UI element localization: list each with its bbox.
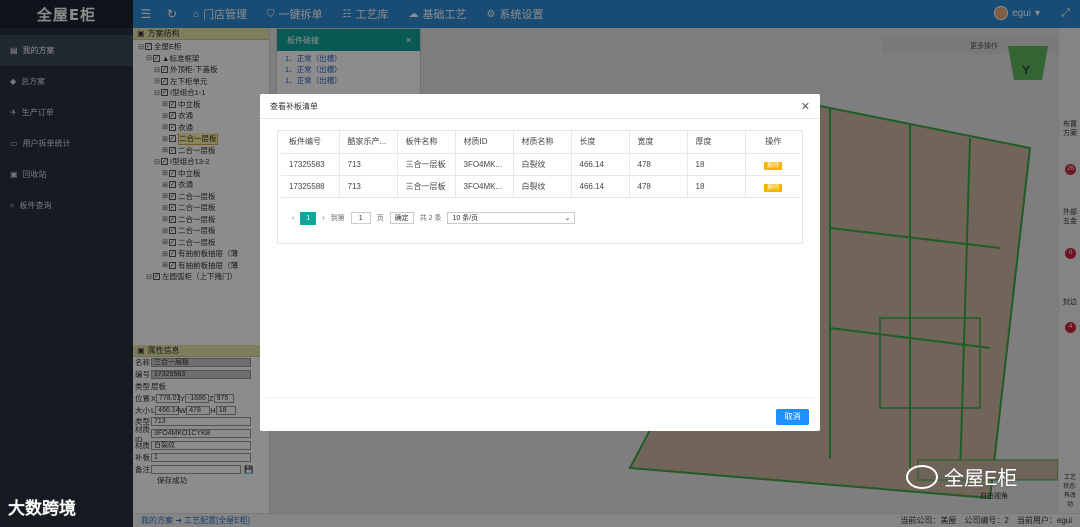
current-page[interactable]: 1: [300, 211, 317, 225]
close-icon[interactable]: ✕: [801, 100, 810, 113]
column-header: 宽度: [629, 131, 688, 154]
column-header: 酷家乐产...: [339, 131, 398, 154]
goto-confirm-button[interactable]: 确定: [389, 212, 414, 224]
column-header: 材质名称: [513, 131, 572, 154]
column-header: 长度: [571, 131, 630, 154]
watermark-text: 全屋E柜: [944, 468, 1018, 490]
table-row: 17325583 713 三合一层板 3FO4MK... 白裂纹 466.14 478 18 删…: [281, 153, 801, 176]
table-cell: 466.14: [571, 175, 630, 198]
goto-label: 到第: [330, 215, 345, 222]
table-cell: 删除: [745, 175, 801, 198]
column-header: 材质ID: [455, 131, 514, 154]
pagination: ‹ 1 › 到第 1 页 确定 共 2 条 10 条/页 ⌄: [292, 211, 576, 225]
table-cell: 713: [339, 175, 398, 198]
column-header: 板件编号: [281, 131, 340, 154]
table-cell: 713: [339, 153, 398, 176]
table-cell: 466.14: [571, 153, 630, 176]
patch-board-dialog: 查看补板清单 ✕ 板件编号 酷家乐产... 板件名称 材质ID 材质名称 长度 宽度 厚度 操作 …: [260, 94, 820, 431]
table-cell: 3FO4MK...: [455, 153, 514, 176]
next-page-icon[interactable]: ›: [322, 215, 324, 222]
page-size-select[interactable]: 10 条/页 ⌄: [447, 212, 576, 224]
table-cell: 三合一层板: [397, 175, 456, 198]
column-header: 厚度: [687, 131, 746, 154]
table-cell: 18: [687, 175, 746, 198]
prev-page-icon[interactable]: ‹: [292, 215, 294, 222]
dialog-title: 查看补板清单: [270, 101, 318, 111]
delete-button[interactable]: 删除: [764, 161, 783, 170]
cancel-button[interactable]: 取消: [776, 409, 809, 425]
corner-watermark: 大数跨境: [8, 499, 76, 518]
delete-button[interactable]: 删除: [764, 183, 783, 192]
table-cell: 478: [629, 153, 688, 176]
column-header: 操作: [745, 131, 801, 154]
table-cell: 三合一层板: [397, 153, 456, 176]
total-count: 共 2 条: [419, 215, 442, 222]
table-row: 17325588 713 三合一层板 3FO4MK... 白裂纹 466.14 478 18 删…: [281, 175, 801, 198]
patch-board-table: 板件编号 酷家乐产... 板件名称 材质ID 材质名称 长度 宽度 厚度 操作 17325583…: [277, 130, 803, 244]
table-cell: 478: [629, 175, 688, 198]
page-unit-label: 页: [376, 215, 384, 222]
table-cell: 17325583: [281, 153, 340, 176]
column-header: 板件名称: [397, 131, 456, 154]
wechat-icon: [906, 464, 938, 489]
table-cell: 白裂纹: [513, 175, 572, 198]
table-cell: 17325588: [281, 175, 340, 198]
table-cell: 删除: [745, 153, 801, 176]
chevron-down-icon: ⌄: [564, 215, 571, 222]
table-cell: 白裂纹: [513, 153, 572, 176]
brand-watermark: 全屋E柜: [906, 462, 1017, 491]
table-cell: 3FO4MK...: [455, 175, 514, 198]
page-input[interactable]: 1: [350, 212, 371, 224]
page-size-value: 10 条/页: [452, 215, 479, 222]
table-cell: 18: [687, 153, 746, 176]
